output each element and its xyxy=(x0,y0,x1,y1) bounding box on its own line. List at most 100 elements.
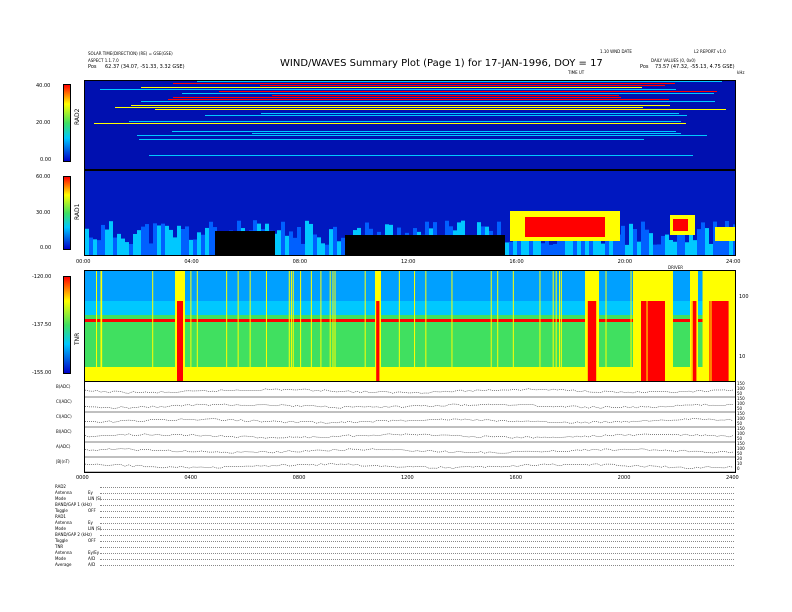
tnr-spike xyxy=(414,271,416,381)
trace-label: Cl(ADC) xyxy=(56,414,72,419)
rad1-column xyxy=(329,229,333,255)
rad2-band xyxy=(172,131,676,132)
footer-row-label: BAND/GAP 2 (kHz) xyxy=(55,532,92,537)
footer-row-label: BAND/GAP 1 (kHz) xyxy=(55,502,92,507)
header-right-line2: DAILY VALUES (0, 0x0) xyxy=(651,58,696,63)
x-tick-label: 2000 xyxy=(617,475,631,481)
rad1-column xyxy=(685,242,689,255)
tnr-cbar-tick-mid: -137.50 xyxy=(32,322,52,328)
rad1-ylabel: RAD1 xyxy=(74,203,81,220)
footer-row-dots xyxy=(100,553,734,554)
tnr-spike xyxy=(497,271,499,381)
tnr-spike xyxy=(100,271,102,381)
rad1-column xyxy=(113,237,117,255)
rad1-cbar-tick-min: 0.00 xyxy=(40,245,52,251)
footer-row-value: A/D xyxy=(88,562,96,567)
header-left-line2: ASPECT 1.1.7.0 xyxy=(88,58,119,63)
rad1-column xyxy=(325,244,329,255)
rad1-column xyxy=(689,231,693,255)
tnr-burst-core xyxy=(709,301,729,381)
rad1-column xyxy=(89,237,93,255)
footer-row-value: Ey xyxy=(88,520,93,525)
rad1-column xyxy=(193,239,197,255)
footer-row-dots xyxy=(100,535,734,536)
rad1-column xyxy=(681,233,685,255)
trace-series xyxy=(85,403,734,409)
rad1-column xyxy=(645,229,649,255)
header-right-pos: 73.57 (47.32, -55.13, 4.75 GSE) xyxy=(655,64,735,70)
rad1-column xyxy=(677,233,681,255)
rad2-band xyxy=(94,123,686,124)
trace-series xyxy=(85,448,734,454)
footer-row-value: OFF xyxy=(88,508,96,513)
x-tick-label: 24:00 xyxy=(726,259,741,265)
rad2-band xyxy=(168,99,669,100)
rad1-column xyxy=(169,229,173,255)
tnr-colorbar xyxy=(63,276,71,374)
footer-row-dots xyxy=(100,487,734,488)
rad1-column xyxy=(661,235,665,255)
tnr-spike xyxy=(300,271,302,381)
footer-row-label: RAD1 xyxy=(55,514,66,519)
tnr-spike xyxy=(398,271,400,381)
footer-row-label: Mode xyxy=(55,526,66,531)
tnr-spike xyxy=(605,271,607,381)
tnr-spike xyxy=(329,271,331,381)
tnr-spike xyxy=(646,271,648,381)
rad2-band xyxy=(149,155,693,156)
tnr-spike xyxy=(552,271,554,381)
tnr-spike xyxy=(332,271,334,381)
x-tick-label: 0000 xyxy=(76,475,89,481)
rad1-column xyxy=(93,239,97,255)
rad2-band xyxy=(131,105,670,106)
trace-series xyxy=(85,463,734,469)
rad1-column xyxy=(505,242,509,255)
rad1-column xyxy=(553,243,557,255)
rad1-column xyxy=(101,224,105,255)
footer-row-label: Antenna xyxy=(55,550,72,555)
traces-svg xyxy=(85,388,735,472)
footer-row-label: TNR xyxy=(55,544,64,549)
trace-series xyxy=(85,388,734,394)
rad1-column xyxy=(629,223,633,255)
tnr-burst-core xyxy=(641,301,665,381)
tnr-cbar-tick-min: -155.00 xyxy=(32,370,52,376)
rad1-column xyxy=(697,229,701,255)
tnr-spike xyxy=(96,271,98,381)
footer-row-dots xyxy=(100,511,734,512)
footer-row-dots xyxy=(100,499,734,500)
rad1-column xyxy=(637,241,641,255)
tnr-right-tick-10: 10 xyxy=(739,354,746,360)
rad1-column xyxy=(305,220,309,255)
rad1-column xyxy=(709,243,713,255)
rad1-column xyxy=(289,231,293,255)
rad1-column xyxy=(673,241,677,255)
tnr-spike xyxy=(249,271,251,381)
footer-row-dots xyxy=(100,559,734,560)
tnr-spike xyxy=(290,271,292,381)
rad2-band xyxy=(129,121,681,122)
rad2-band xyxy=(137,135,707,136)
footer-row-label: Antenna xyxy=(55,490,72,495)
rad1-column xyxy=(633,229,637,255)
header-center-right: 1.10 WND DATE xyxy=(600,49,632,54)
rad2-band xyxy=(261,113,679,114)
tnr-spike xyxy=(559,271,561,381)
tnr-burst-core xyxy=(177,301,183,381)
footer-row-label: Average xyxy=(55,562,72,567)
tnr-spike xyxy=(425,271,427,381)
tnr-ylabel: TNR xyxy=(74,332,81,345)
rad1-dark-region xyxy=(215,231,275,255)
rad1-column xyxy=(541,243,545,255)
tnr-spike xyxy=(292,271,294,381)
x-tick-label: 00:00 xyxy=(76,259,91,265)
rad1-column xyxy=(133,233,137,255)
tnr-cbar-tick-max: -120.00 xyxy=(32,274,52,280)
rad1-column xyxy=(337,241,341,255)
rad1-column xyxy=(657,244,661,255)
rad1-cbar-tick-max: 60.00 xyxy=(36,174,51,180)
x-tick-label: 16:00 xyxy=(509,259,524,265)
rad1-column xyxy=(141,226,145,255)
rad2-spectrogram-svg xyxy=(85,81,735,169)
rad2-band xyxy=(139,139,644,140)
